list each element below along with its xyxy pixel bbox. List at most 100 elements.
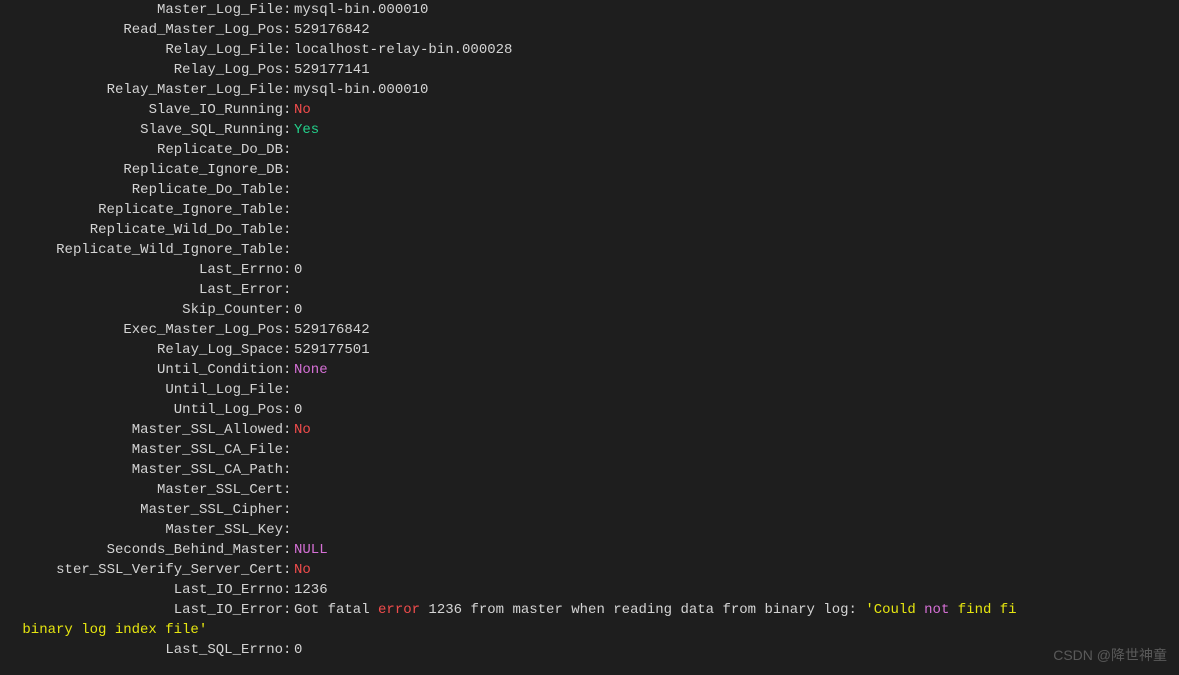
colon-separator: : [283, 100, 294, 120]
field-value [294, 220, 1179, 240]
field-value: localhost-relay-bin.000028 [294, 40, 1179, 60]
colon-separator: : [283, 600, 294, 620]
status-row: Seconds_Behind_Master:NULL [0, 540, 1179, 560]
status-row: Until_Log_Pos:0 [0, 400, 1179, 420]
status-row: Last_Error: [0, 280, 1179, 300]
status-row: Last_IO_Errno:1236 [0, 580, 1179, 600]
status-row: Relay_Log_Space:529177501 [0, 340, 1179, 360]
status-row: Read_Master_Log_Pos:529176842 [0, 20, 1179, 40]
status-row: Master_SSL_CA_File: [0, 440, 1179, 460]
field-label: Slave_SQL_Running [0, 120, 283, 140]
field-label: Exec_Master_Log_Pos [0, 320, 283, 340]
colon-separator: : [283, 560, 294, 580]
colon-separator: : [283, 40, 294, 60]
colon-separator: : [283, 400, 294, 420]
field-value [294, 160, 1179, 180]
field-value: No [294, 100, 1179, 120]
field-value: 529177141 [294, 60, 1179, 80]
status-row: Until_Condition:None [0, 360, 1179, 380]
field-label: Relay_Log_Space [0, 340, 283, 360]
field-label: Last_Errno [0, 260, 283, 280]
field-value [294, 200, 1179, 220]
colon-separator: : [283, 640, 294, 660]
field-label: Last_IO_Error [0, 600, 283, 620]
field-label: Master_SSL_Cipher [0, 500, 283, 520]
field-value: No [294, 420, 1179, 440]
field-label: Last_IO_Errno [0, 580, 283, 600]
field-label: ster_SSL_Verify_Server_Cert [0, 560, 283, 580]
status-row: Replicate_Ignore_Table: [0, 200, 1179, 220]
field-label: Replicate_Wild_Ignore_Table [0, 240, 283, 260]
colon-separator: : [283, 580, 294, 600]
field-label: Master_SSL_CA_Path [0, 460, 283, 480]
field-value [294, 460, 1179, 480]
colon-separator: : [283, 20, 294, 40]
colon-separator: : [283, 300, 294, 320]
colon-separator: : [283, 160, 294, 180]
colon-separator: : [283, 500, 294, 520]
field-label: Relay_Log_Pos [0, 60, 283, 80]
status-row: Replicate_Ignore_DB: [0, 160, 1179, 180]
field-value [294, 140, 1179, 160]
colon-separator: : [283, 380, 294, 400]
colon-separator: : [283, 220, 294, 240]
colon-separator: : [283, 80, 294, 100]
field-label: Until_Log_Pos [0, 400, 283, 420]
colon-separator: : [283, 60, 294, 80]
field-value [294, 520, 1179, 540]
terminal-output[interactable]: Master_Log_File:mysql-bin.000010Read_Mas… [0, 0, 1179, 660]
colon-separator: : [283, 280, 294, 300]
field-label: Relay_Master_Log_File [0, 80, 283, 100]
field-label: Master_SSL_CA_File [0, 440, 283, 460]
field-value [294, 480, 1179, 500]
status-row: Master_SSL_Key: [0, 520, 1179, 540]
field-label: Skip_Counter [0, 300, 283, 320]
status-row: Master_Log_File:mysql-bin.000010 [0, 0, 1179, 20]
colon-separator: : [283, 420, 294, 440]
colon-separator: : [283, 520, 294, 540]
field-value: No [294, 560, 1179, 580]
field-label: Until_Log_File [0, 380, 283, 400]
field-value: 529176842 [294, 20, 1179, 40]
status-row: Master_SSL_Cipher: [0, 500, 1179, 520]
field-value: 0 [294, 300, 1179, 320]
field-value: 529176842 [294, 320, 1179, 340]
status-row: ster_SSL_Verify_Server_Cert:No [0, 560, 1179, 580]
status-row: Master_SSL_Allowed:No [0, 420, 1179, 440]
watermark-text: CSDN @降世神童 [1053, 645, 1167, 665]
field-value: Got fatal error 1236 from master when re… [294, 600, 1179, 620]
field-value: 1236 [294, 580, 1179, 600]
field-label: Last_SQL_Errno [0, 640, 283, 660]
colon-separator: : [283, 460, 294, 480]
colon-separator: : [283, 240, 294, 260]
status-row: Master_SSL_Cert: [0, 480, 1179, 500]
colon-separator: : [283, 0, 294, 20]
field-label: Slave_IO_Running [0, 100, 283, 120]
field-value: 0 [294, 400, 1179, 420]
colon-separator: : [283, 120, 294, 140]
status-row: Replicate_Do_DB: [0, 140, 1179, 160]
status-row: Relay_Log_File:localhost-relay-bin.00002… [0, 40, 1179, 60]
colon-separator: : [283, 140, 294, 160]
field-value: mysql-bin.000010 [294, 0, 1179, 20]
field-label: Replicate_Ignore_DB [0, 160, 283, 180]
field-value: None [294, 360, 1179, 380]
field-value: mysql-bin.000010 [294, 80, 1179, 100]
status-row: Last_SQL_Errno:0 [0, 640, 1179, 660]
status-row-continuation: binary log index file' [0, 620, 1179, 640]
field-label: Master_Log_File [0, 0, 283, 20]
colon-separator: : [283, 320, 294, 340]
colon-separator: : [283, 440, 294, 460]
field-value: NULL [294, 540, 1179, 560]
colon-separator: : [283, 480, 294, 500]
status-row: Replicate_Wild_Do_Table: [0, 220, 1179, 240]
field-value: 529177501 [294, 340, 1179, 360]
field-label: Read_Master_Log_Pos [0, 20, 283, 40]
colon-separator: : [283, 340, 294, 360]
status-row: Slave_IO_Running:No [0, 100, 1179, 120]
field-value [294, 180, 1179, 200]
colon-separator: : [283, 200, 294, 220]
field-value [294, 500, 1179, 520]
field-value [294, 240, 1179, 260]
colon-separator: : [283, 360, 294, 380]
